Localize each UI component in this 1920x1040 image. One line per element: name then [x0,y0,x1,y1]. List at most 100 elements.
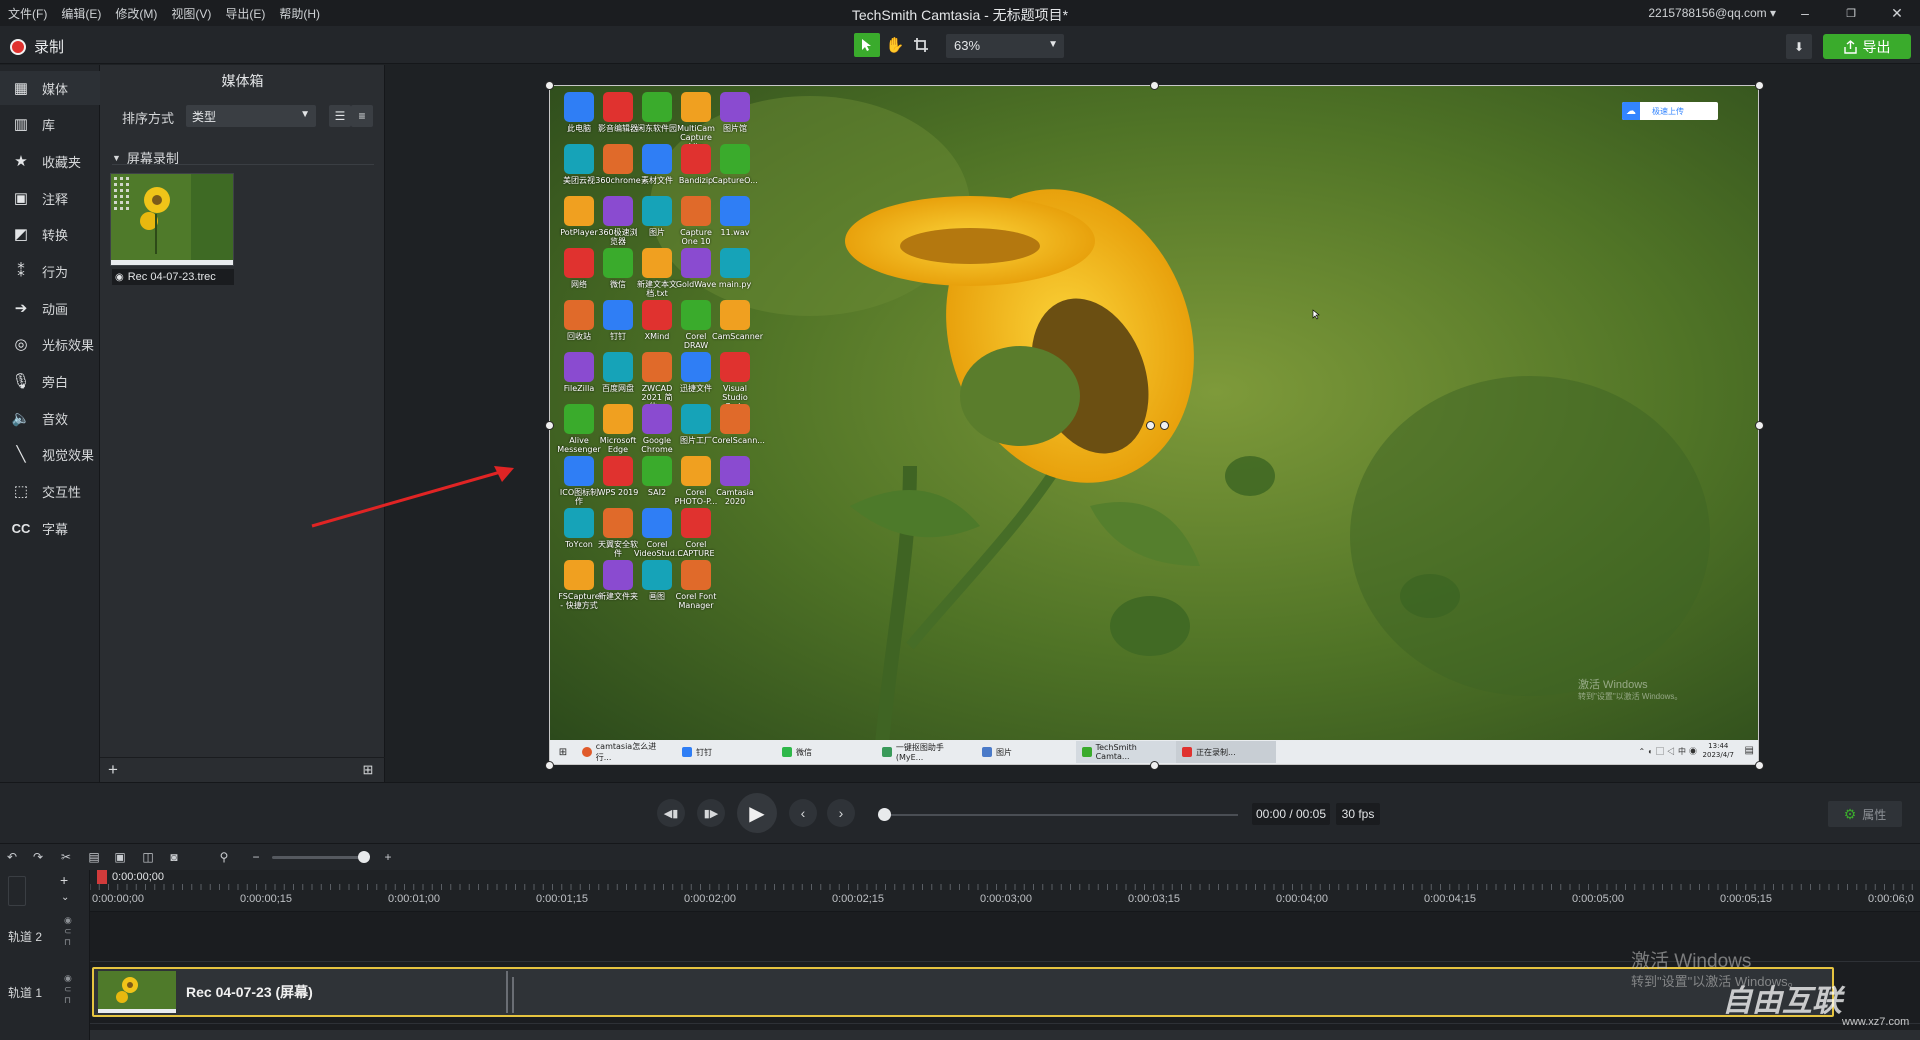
taskbar-item[interactable]: TechSmith Camta... [1076,741,1176,763]
rotate-handle[interactable] [1146,421,1155,430]
sidebar-item-cursor-effects[interactable]: ◎ 光标效果 [0,327,100,361]
record-button[interactable]: 录制 [10,36,64,57]
zoom-out-button[interactable]: − [248,849,264,865]
track-1-label[interactable]: 轨道 1 [8,984,42,1001]
undo-button[interactable]: ↶ [4,849,20,865]
sort-descending-button[interactable]: ≡ [351,105,373,127]
play-button[interactable]: ▶ [737,793,777,833]
notification-icon[interactable]: ▤ [1745,745,1754,756]
sort-select[interactable]: 类型 ▼ [186,105,316,127]
desktop-icon[interactable]: CamScanner [712,300,763,341]
sidebar-item-audio-effects[interactable]: 🔈 音效 [0,401,100,435]
redo-button[interactable]: ↷ [30,849,46,865]
select-tool-button[interactable] [854,33,880,57]
resize-handle[interactable] [1755,421,1764,430]
menu-modify[interactable]: 修改(M) [115,5,157,22]
minimize-button[interactable]: – [1782,0,1828,26]
taskbar-item[interactable]: 钉钉 [676,741,776,763]
taskbar-item[interactable]: 图片 [976,741,1076,763]
sidebar-item-library[interactable]: ▥ 库 [0,107,100,141]
sidebar-item-captions[interactable]: CC 字幕 [0,511,100,545]
add-track-button[interactable]: + [60,872,68,888]
taskbar-item[interactable]: 微信 [776,741,876,763]
taskbar-item[interactable]: 正在录制... [1176,741,1276,763]
upload-badge[interactable]: ☁ 极速上传 [1622,102,1718,120]
sidebar-item-interactivity[interactable]: ⬚ 交互性 [0,474,100,508]
close-button[interactable]: ✕ [1874,0,1920,26]
step-back-button[interactable]: ◀▮ [657,799,685,827]
media-clip-thumbnail[interactable] [110,173,234,266]
export-button[interactable]: 导出 [1823,34,1911,59]
properties-button[interactable]: ⚙ 属性 [1828,801,1902,827]
sidebar-item-favorites[interactable]: ★ 收藏夹 [0,144,100,178]
scrub-handle[interactable] [878,808,891,821]
resize-handle[interactable] [1755,81,1764,90]
taskbar-item[interactable]: camtasia怎么进行... [576,741,676,763]
desktop-icon[interactable]: Visual Studio Code [712,352,758,411]
zoom-select[interactable]: 63% ▼ [946,34,1064,58]
desktop-icon[interactable]: Camtasia 2020 [712,456,758,506]
track-1-controls[interactable]: ◉ ⊂ ⊓ [64,973,72,1006]
maximize-button[interactable]: ❐ [1828,0,1874,26]
playhead[interactable] [97,870,107,884]
grid-view-button[interactable]: ⊞ [356,761,380,779]
sidebar-item-media[interactable]: ▦ 媒体 [0,71,100,105]
sidebar-item-animations[interactable]: ➔ 动画 [0,291,100,325]
timeline-clip[interactable]: Rec 04-07-23 (屏幕) [92,967,1834,1017]
timeline-zoom-handle[interactable] [358,851,370,863]
snapshot-button[interactable]: ◙ [166,849,182,865]
paste-button[interactable]: ▣ [112,849,128,865]
desktop-icon[interactable]: CaptureO... [712,144,758,185]
menu-help[interactable]: 帮助(H) [279,5,320,22]
sort-ascending-button[interactable]: ☰ [329,105,351,127]
zoom-search-button[interactable]: ⚲ [216,849,232,865]
menu-file[interactable]: 文件(F) [8,5,47,22]
add-media-button[interactable]: + [104,760,122,779]
split-button[interactable]: ◫ [140,849,156,865]
account-menu[interactable]: 2215788156@qq.com ▾ [1648,6,1776,20]
desktop-icon[interactable]: Corel Font Manager [673,560,719,610]
sidebar-item-annotations[interactable]: ▣ 注释 [0,181,100,215]
zoom-in-button[interactable]: + [380,849,396,865]
step-forward-button[interactable]: ▮▶ [697,799,725,827]
timeline-zoom-slider[interactable] [272,856,364,859]
menu-export[interactable]: 导出(E) [225,5,265,22]
copy-button[interactable]: ▤ [86,849,102,865]
magnet-toggle[interactable] [8,876,26,906]
desktop-icon[interactable]: main.py [712,248,758,289]
resize-handle[interactable] [545,81,554,90]
collapse-tracks-button[interactable]: ⌄ [61,892,69,903]
scrub-track[interactable] [886,814,1238,816]
menu-edit[interactable]: 编辑(E) [61,5,101,22]
sidebar-item-transitions[interactable]: ◩ 转换 [0,217,100,251]
sidebar-item-voice-narration[interactable]: 🎙 旁白 [0,364,100,398]
rotate-handle[interactable] [1160,421,1169,430]
canvas-area[interactable]: 此电脑影音编辑器闲东软件园MultiCam Capture Lite图片馆美团云… [386,65,1920,782]
resize-handle[interactable] [545,421,554,430]
sidebar-item-behaviors[interactable]: ⁑ 行为 [0,254,100,288]
track-2-label[interactable]: 轨道 2 [8,928,42,945]
desktop-icon[interactable]: CorelScann... [712,404,765,445]
desktop-icon[interactable]: Corel CAPTURE [673,508,719,558]
sidebar-item-visual-effects[interactable]: ╲ 视觉效果 [0,437,100,471]
next-clip-button[interactable]: › [827,799,855,827]
resize-handle[interactable] [1150,81,1159,90]
timeline-ruler[interactable]: 0:00:00;00 0:00:00;15 0:00:01;00 0:00:01;15… [90,870,1920,912]
desktop-icon[interactable]: 图片馆 [712,92,758,133]
pan-tool-button[interactable]: ✋ [882,33,908,57]
desktop-icon[interactable]: 11.wav [712,196,758,237]
taskbar-clock[interactable]: 13:44 2023/4/7 [1703,742,1734,760]
resize-handle[interactable] [1755,761,1764,770]
track-2-controls[interactable]: ◉ ⊂ ⊓ [64,915,72,948]
taskbar-item[interactable]: 一键抠图助手(MyE... [876,741,976,763]
system-tray-icons[interactable]: ⌃◐▢◁中◉ [1638,746,1700,757]
menu-view[interactable]: 视图(V) [171,5,211,22]
start-button[interactable]: ⊞ [550,741,576,763]
crop-tool-button[interactable] [908,33,934,57]
resize-handle[interactable] [545,761,554,770]
resize-handle[interactable] [1150,761,1159,770]
previous-clip-button[interactable]: ‹ [789,799,817,827]
timeline-scrollbar[interactable] [90,1030,1920,1040]
cut-button[interactable]: ✂ [58,849,74,865]
download-button[interactable]: ⬇ [1786,34,1812,59]
